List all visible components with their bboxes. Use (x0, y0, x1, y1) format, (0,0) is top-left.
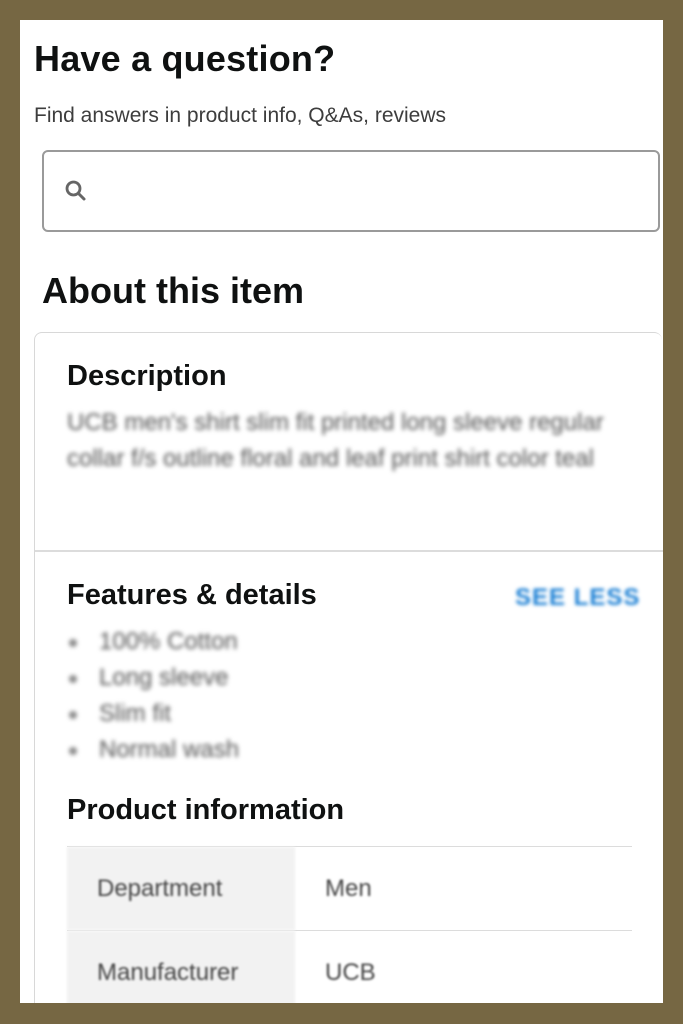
product-information-table: Department Men Manufacturer UCB (67, 846, 632, 1003)
feature-item: Long sleeve (63, 660, 239, 696)
search-icon (65, 180, 86, 201)
question-search-box[interactable] (42, 150, 660, 232)
description-heading: Description (67, 360, 227, 392)
department-key: Department (67, 846, 295, 931)
question-subtitle: Find answers in product info, Q&As, revi… (34, 104, 447, 127)
table-row: Manufacturer UCB (67, 930, 632, 1003)
product-information-heading: Product information (67, 794, 345, 826)
manufacturer-value: UCB (295, 930, 632, 1003)
features-heading: Features & details (67, 579, 317, 611)
manufacturer-key: Manufacturer (67, 930, 295, 1003)
see-less-link[interactable]: SEE LESS (515, 584, 640, 612)
features-list: 100% Cotton Long sleeve Slim fit Normal … (63, 624, 239, 768)
product-page-screen: Have a question? Find answers in product… (20, 20, 663, 1003)
description-text: UCB men's shirt slim fit printed long sl… (67, 409, 604, 472)
about-item-card: Description UCB men's shirt slim fit pri… (34, 332, 663, 1003)
question-heading: Have a question? (34, 38, 336, 79)
question-search-input[interactable] (104, 162, 648, 222)
feature-item: Slim fit (63, 696, 239, 732)
section-divider (35, 550, 663, 552)
table-row: Department Men (67, 846, 632, 931)
feature-item: 100% Cotton (63, 624, 239, 660)
department-value: Men (295, 846, 632, 931)
about-item-heading: About this item (42, 270, 304, 311)
feature-item: Normal wash (63, 732, 239, 768)
